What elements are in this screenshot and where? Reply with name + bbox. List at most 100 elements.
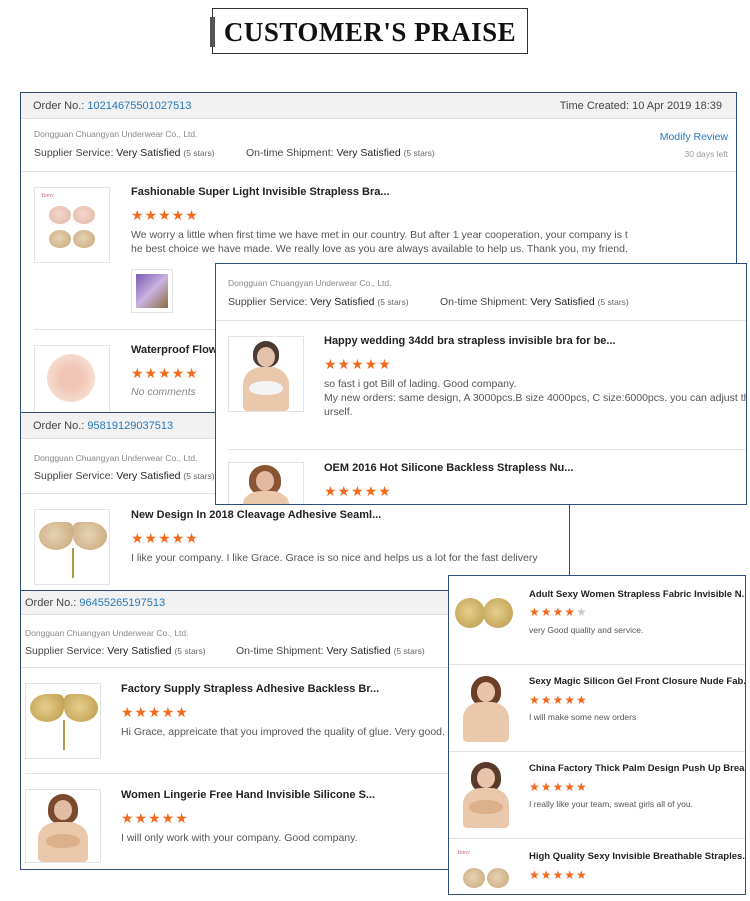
order-label: Order No.: — [33, 420, 85, 432]
drawstring — [72, 548, 74, 578]
order-number-link[interactable]: 96455265197513 — [79, 597, 165, 609]
bra-cup — [487, 868, 509, 888]
torso — [243, 491, 289, 504]
product-title[interactable]: New Design In 2018 Cleavage Adhesive Sea… — [131, 509, 381, 521]
nipple-cover-flower — [47, 354, 95, 402]
product-image[interactable] — [453, 672, 519, 742]
model-photo — [26, 790, 100, 862]
review-text: I really like your team, sweat girls all… — [529, 799, 693, 809]
modify-review-link[interactable]: Modify Review — [660, 131, 728, 143]
model-photo — [453, 672, 519, 742]
shipment-stars-text: (5 stars) — [403, 148, 435, 158]
product-image[interactable] — [25, 789, 101, 863]
white-bra — [249, 381, 283, 395]
shipment-stars-text: (5 stars) — [393, 646, 425, 656]
on-time-shipment: On-time Shipment: Very Satisfied (5 star… — [246, 147, 435, 159]
product-image[interactable] — [34, 345, 110, 417]
supplier-service: Supplier Service: Very Satisfied (5 star… — [25, 645, 206, 657]
face — [257, 347, 275, 367]
service-label: Supplier Service: — [228, 296, 308, 308]
order-number: Order No.: 96455265197513 — [25, 597, 165, 609]
photo-fill — [136, 274, 168, 308]
service-value: Very Satisfied — [116, 470, 181, 482]
review-text-line-2: he best choice we have made. We really l… — [131, 243, 628, 255]
empty-star: ★ — [576, 605, 588, 619]
shipment-value: Very Satisfied — [326, 645, 391, 657]
face — [54, 800, 72, 820]
product-title[interactable]: OEM 2016 Hot Silicone Backless Strapless… — [324, 462, 573, 474]
review-photo[interactable] — [131, 269, 173, 313]
model-photo — [229, 463, 303, 504]
service-stars-text: (5 stars) — [183, 471, 215, 481]
order-number-link[interactable]: 95819129037513 — [87, 420, 173, 432]
product-title[interactable]: Fashionable Super Light Invisible Strapl… — [131, 186, 390, 198]
divider — [228, 449, 746, 450]
product-title[interactable]: Factory Supply Strapless Adhesive Backle… — [121, 683, 379, 695]
product-title[interactable]: China Factory Thick Palm Design Push Up … — [529, 763, 745, 774]
product-image[interactable]: Yamy — [453, 846, 519, 894]
bra-cup — [49, 206, 71, 224]
bra-wing — [73, 522, 107, 550]
rating-stars: ★★★★★ — [529, 780, 588, 794]
bra-cup — [49, 230, 71, 248]
order-bar: Order No.: 96455265197513 — [21, 591, 451, 615]
rating-stars: ★★★★★ — [131, 365, 199, 381]
praise-banner: CUSTOMER'S PRAISE — [210, 8, 528, 54]
shipment-value: Very Satisfied — [530, 296, 595, 308]
model-photo — [453, 758, 519, 828]
product-image[interactable] — [453, 584, 519, 648]
supplier-service: Supplier Service: Very Satisfied (5 star… — [34, 147, 215, 159]
order-number-link[interactable]: 10214675501027513 — [87, 100, 191, 112]
product-image[interactable] — [228, 462, 304, 504]
bra-cup — [73, 230, 95, 248]
rating-stars: ★★★★★ — [131, 530, 199, 546]
product-title[interactable]: Waterproof Flow — [131, 344, 217, 356]
divider — [449, 838, 745, 839]
brand-logo: Yamy — [41, 193, 54, 199]
supplier-name: Dongguan Chuangyan Underwear Co., Ltd. — [34, 453, 198, 463]
shipment-label: On-time Shipment: — [246, 147, 334, 159]
divider — [25, 773, 451, 774]
rating-stars: ★★★★★ — [324, 356, 392, 372]
review-text-line-1: so fast i got Bill of lading. Good compa… — [324, 378, 517, 390]
product-image[interactable] — [34, 509, 110, 585]
rating-stars: ★★★★★ — [324, 483, 392, 499]
review-card-2: Dongguan Chuangyan Underwear Co., Ltd. S… — [215, 263, 747, 505]
torso — [463, 702, 509, 742]
review-text: I like your company. I like Grace. Grace… — [131, 552, 538, 564]
on-time-shipment: On-time Shipment: Very Satisfied (5 star… — [236, 645, 425, 657]
bra-cup — [73, 206, 95, 224]
days-left: 30 days left — [684, 149, 728, 159]
product-image[interactable] — [453, 758, 519, 828]
product-image[interactable]: Yamy — [34, 187, 110, 263]
bra-cup — [483, 598, 513, 628]
order-label: Order No.: — [33, 100, 85, 112]
shipment-value: Very Satisfied — [336, 147, 401, 159]
product-title[interactable]: Happy wedding 34dd bra strapless invisib… — [324, 335, 616, 347]
divider — [449, 751, 745, 752]
product-title[interactable]: Adult Sexy Women Strapless Fabric Invisi… — [529, 589, 745, 600]
service-value: Very Satisfied — [107, 645, 172, 657]
brand-logo: Yamy — [457, 850, 470, 856]
filled-stars: ★★★★ — [529, 605, 577, 619]
review-text-line-1: We worry a little when first time we hav… — [131, 229, 628, 241]
time-created: Time Created: 10 Apr 2019 18:39 — [559, 100, 722, 112]
order-number: Order No.: 95819129037513 — [33, 420, 173, 432]
divider — [449, 664, 745, 665]
service-label: Supplier Service: — [34, 147, 114, 159]
face — [256, 471, 274, 491]
face — [477, 768, 495, 788]
review-card-4: Order No.: 96455265197513 Dongguan Chuan… — [20, 590, 452, 870]
product-title[interactable]: Women Lingerie Free Hand Invisible Silic… — [121, 789, 375, 801]
review-text: very Good quality and service. — [529, 625, 644, 635]
service-stars-text: (5 stars) — [183, 148, 215, 158]
product-image[interactable] — [25, 683, 101, 759]
product-title[interactable]: High Quality Sexy Invisible Breathable S… — [529, 851, 745, 862]
product-image[interactable] — [228, 336, 304, 412]
bra-cup — [463, 868, 485, 888]
product-title[interactable]: Sexy Magic Silicon Gel Front Closure Nud… — [529, 676, 745, 687]
rating-stars: ★★★★★ — [121, 704, 189, 720]
review-text: Hi Grace, appreicate that you improved t… — [121, 726, 445, 738]
face — [477, 682, 495, 702]
review-text-line-3: urself. — [324, 406, 353, 418]
